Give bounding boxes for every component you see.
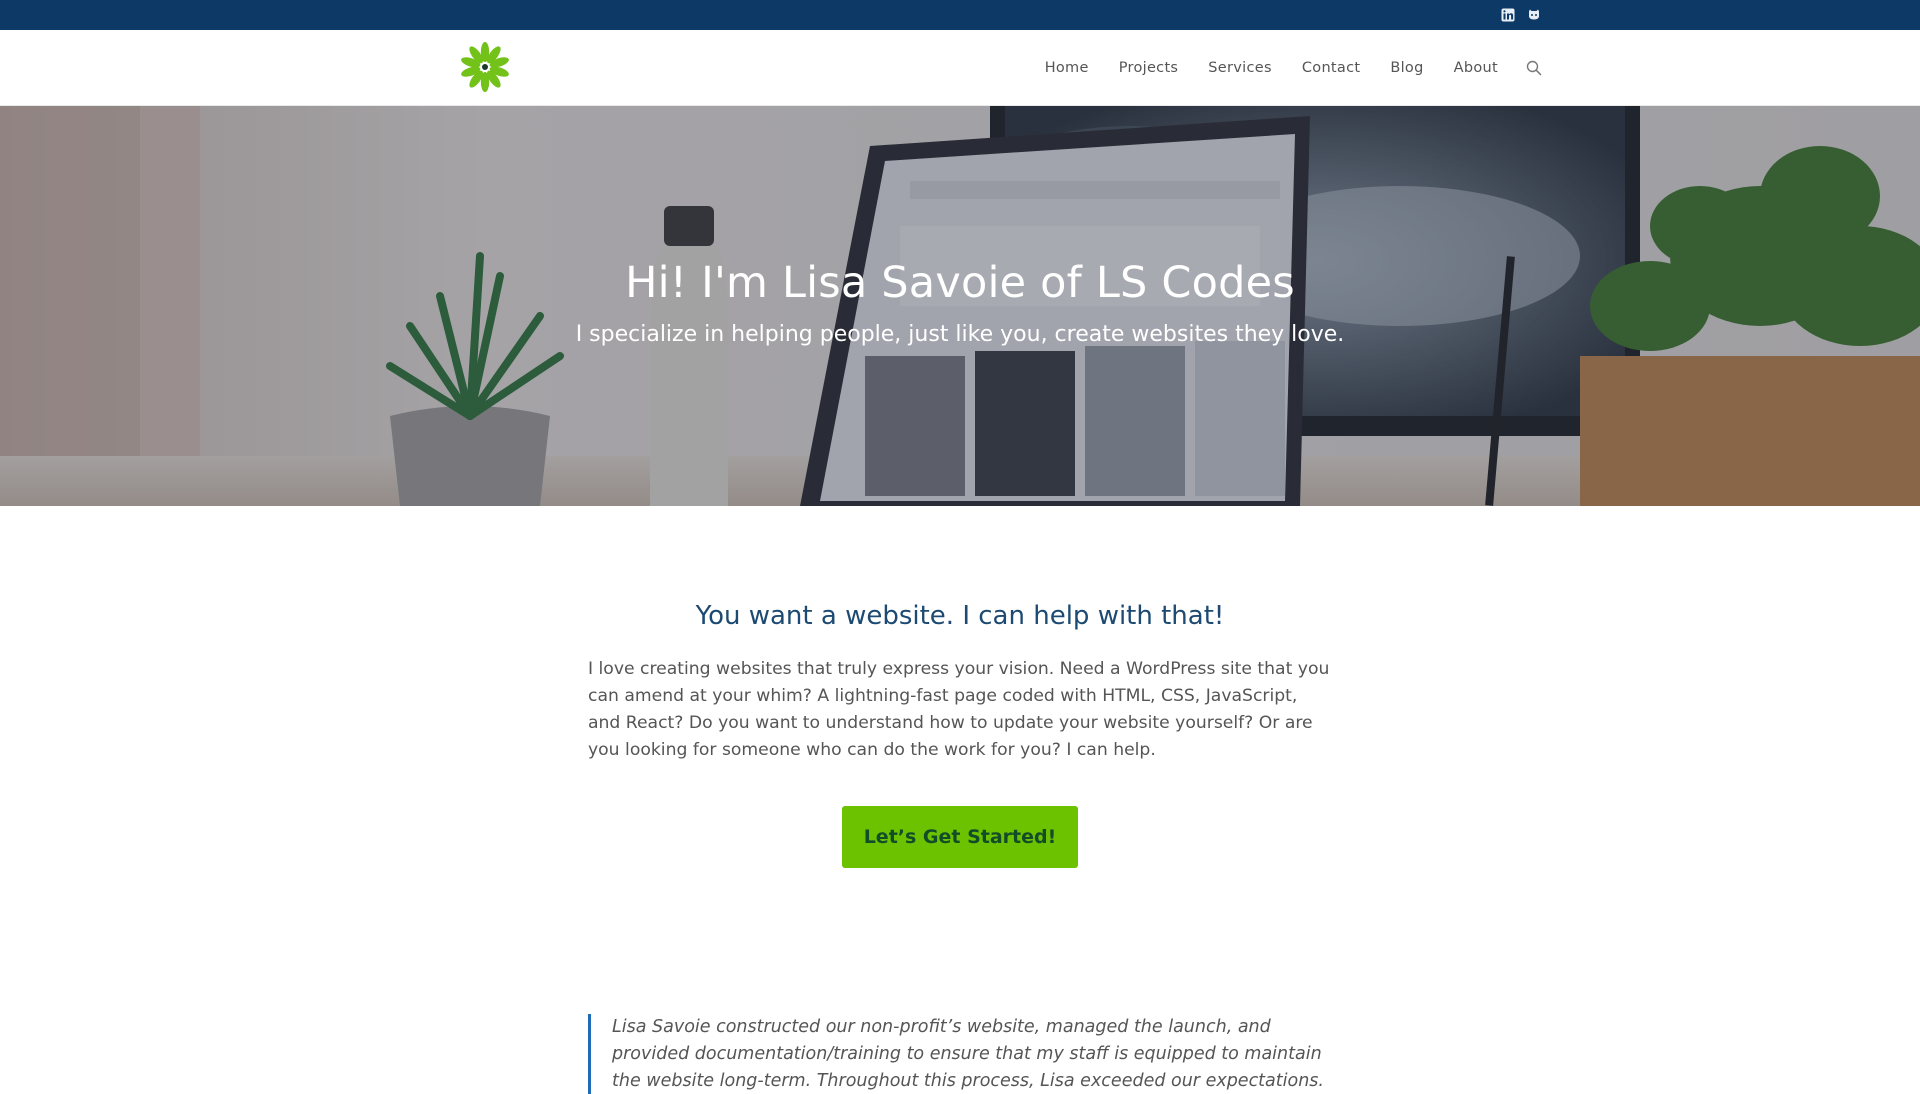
- intro-text: I love creating websites that truly expr…: [588, 659, 1330, 760]
- top-bar: [0, 0, 1920, 30]
- search-icon[interactable]: [1523, 57, 1545, 79]
- intro-heading: You want a website. I can help with that…: [695, 601, 1225, 631]
- nav-home[interactable]: Home: [1030, 60, 1104, 76]
- flower-icon[interactable]: [458, 40, 512, 94]
- nav-projects[interactable]: Projects: [1104, 60, 1194, 76]
- main-nav: Home Projects Services Contact Blog Abou…: [1030, 30, 1545, 106]
- social-links: [1500, 7, 1542, 23]
- github-icon[interactable]: [1526, 7, 1542, 23]
- nav-blog[interactable]: Blog: [1375, 60, 1438, 76]
- nav-about[interactable]: About: [1439, 60, 1513, 76]
- nav-services[interactable]: Services: [1193, 60, 1287, 76]
- nav-contact[interactable]: Contact: [1287, 60, 1376, 76]
- hero-title: Hi! I'm Lisa Savoie of LS Codes: [625, 258, 1295, 308]
- hero-subtitle: I specialize in helping people, just lik…: [575, 322, 1345, 347]
- site-header: Home Projects Services Contact Blog Abou…: [0, 30, 1920, 106]
- get-started-button[interactable]: Let’s Get Started!: [842, 806, 1078, 868]
- linkedin-icon[interactable]: [1500, 7, 1516, 23]
- hero-banner: Hi! I'm Lisa Savoie of LS Codes I specia…: [0, 106, 1920, 506]
- testimonial-text: Lisa Savoie constructed our non-profit’s…: [612, 1017, 1324, 1091]
- testimonial-quote: Lisa Savoie constructed our non-profit’s…: [588, 1014, 1333, 1094]
